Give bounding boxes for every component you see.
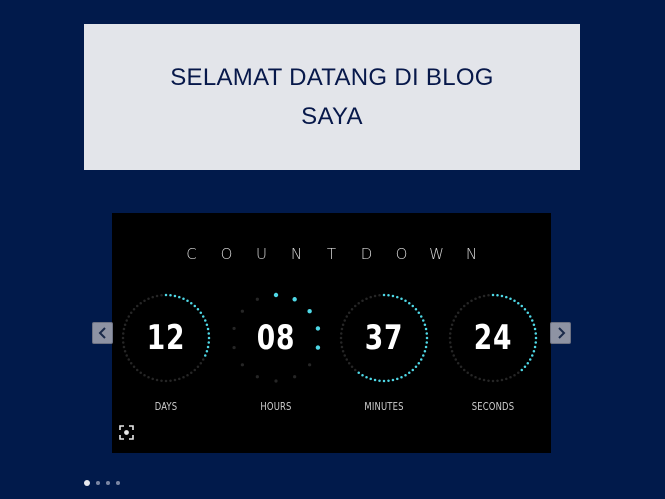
countdown-ring-dot bbox=[425, 336, 429, 340]
countdown-ring-dot bbox=[532, 350, 536, 353]
countdown-ring-dot bbox=[339, 332, 343, 335]
countdown-ring-dot bbox=[341, 323, 345, 326]
countdown-ring-minutes: 37 bbox=[336, 290, 432, 386]
countdown-title-letter: U bbox=[256, 245, 267, 263]
countdown-title-letter: W bbox=[429, 245, 444, 263]
countdown-ring-dot bbox=[449, 327, 453, 331]
countdown-ring-hours: 08 bbox=[228, 290, 324, 386]
countdown-ring-dot bbox=[122, 345, 126, 349]
chevron-left-icon bbox=[98, 327, 106, 339]
countdown-ring-dot bbox=[448, 332, 452, 335]
banner-title-line-2: SAYA bbox=[301, 103, 363, 130]
countdown-ring-dot bbox=[204, 354, 207, 357]
countdown-ring-dot bbox=[123, 350, 127, 353]
countdown-title-letter: O bbox=[220, 245, 233, 263]
countdown-ring-dot bbox=[232, 326, 236, 331]
slider-prev-button[interactable] bbox=[92, 322, 113, 344]
countdown-ring-dot bbox=[449, 345, 453, 349]
countdown-ring-days: 12 bbox=[118, 290, 214, 386]
countdown-value: 08 bbox=[256, 318, 296, 358]
countdown-value: 12 bbox=[146, 318, 186, 358]
countdown-title-letter: O bbox=[395, 245, 408, 263]
countdown-ring-dot bbox=[340, 327, 344, 331]
countdown-title-letter: D bbox=[360, 245, 373, 263]
slider-dot[interactable] bbox=[96, 481, 100, 485]
countdown-unit-label: DAYS bbox=[154, 400, 178, 413]
slider-dot[interactable] bbox=[84, 480, 90, 486]
countdown-ring-dot bbox=[341, 350, 345, 353]
countdown-ring-dot bbox=[205, 350, 209, 353]
countdown-ring-dot bbox=[121, 341, 125, 344]
countdown-title-letter: N bbox=[465, 245, 478, 263]
countdown-title-letter: C bbox=[186, 245, 197, 263]
countdown-title: COUNTDOWN bbox=[112, 245, 551, 263]
countdown-ring-dot bbox=[122, 327, 126, 331]
countdown-ring-dot bbox=[531, 354, 534, 357]
countdown-ring-dot bbox=[206, 327, 210, 331]
countdown-ring-dot bbox=[422, 354, 425, 357]
slider-dot[interactable] bbox=[106, 481, 110, 485]
fullscreen-icon bbox=[119, 425, 134, 440]
chevron-right-icon bbox=[557, 327, 565, 339]
countdown-ring-dot bbox=[204, 319, 207, 322]
countdown-ring-dot bbox=[450, 350, 454, 353]
countdown-title-letter: N bbox=[290, 245, 303, 263]
countdown-ring-dot bbox=[423, 350, 427, 353]
countdown-ring-dot bbox=[533, 345, 537, 349]
countdown-ring-dot bbox=[207, 341, 211, 344]
countdown-ring-dot bbox=[339, 341, 343, 344]
countdown-unit-label: HOURS bbox=[260, 400, 292, 413]
countdown-ring-dot bbox=[121, 336, 125, 340]
countdown-ring-dot bbox=[207, 332, 211, 335]
slider-next-button[interactable] bbox=[550, 322, 571, 344]
fullscreen-button[interactable] bbox=[119, 425, 134, 440]
slider-dot[interactable] bbox=[116, 481, 120, 485]
countdown-ring-dot bbox=[315, 345, 321, 350]
countdown-ring-dot bbox=[531, 319, 534, 322]
countdown-ring-dot bbox=[448, 341, 452, 344]
countdown-ring-dot bbox=[206, 345, 210, 349]
countdown-ring-dot bbox=[534, 341, 538, 344]
countdown-ring-dot bbox=[207, 336, 211, 340]
countdown-ring-dot bbox=[533, 327, 537, 331]
countdown-ring-dot bbox=[424, 345, 428, 349]
countdown-ring-dot bbox=[232, 345, 236, 350]
countdown-unit-label: SECONDS bbox=[471, 400, 515, 413]
countdown-value: 37 bbox=[364, 318, 404, 358]
banner-title-line-1: SELAMAT DATANG DI BLOG bbox=[170, 64, 494, 91]
countdown-ring-dot bbox=[340, 345, 344, 349]
countdown-ring-dot bbox=[315, 326, 321, 331]
countdown-ring-dot bbox=[448, 336, 452, 340]
welcome-banner: SELAMAT DATANG DI BLOG SAYA bbox=[84, 24, 580, 170]
countdown-ring-dot bbox=[425, 341, 429, 344]
countdown-ring-dot bbox=[205, 323, 209, 326]
countdown-ring-dot bbox=[339, 336, 343, 340]
countdown-value: 24 bbox=[473, 318, 513, 358]
countdown-ring-dot bbox=[424, 327, 428, 331]
countdown-ring-dot bbox=[423, 323, 427, 326]
countdown-ring-dot bbox=[534, 336, 538, 340]
countdown-ring-dot bbox=[422, 319, 425, 322]
countdown-unit-label: MINUTES bbox=[364, 400, 404, 413]
slider-pagination bbox=[84, 480, 120, 486]
countdown-ring-dot bbox=[532, 323, 536, 326]
countdown-ring-dot bbox=[123, 323, 127, 326]
countdown-ring-dot bbox=[534, 332, 538, 335]
countdown-ring-dot bbox=[450, 323, 454, 326]
countdown-ring-dot bbox=[121, 332, 125, 335]
countdown-title-letter: T bbox=[326, 245, 337, 263]
countdown-ring-seconds: 24 bbox=[445, 290, 541, 386]
countdown-ring-dot bbox=[425, 332, 429, 335]
